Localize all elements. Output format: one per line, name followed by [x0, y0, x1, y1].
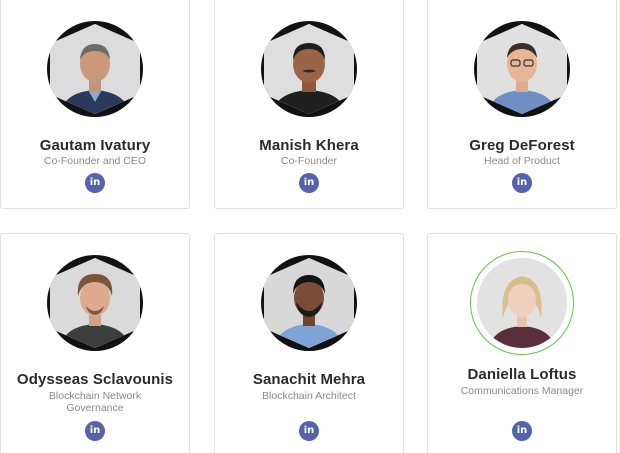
person-photo-icon [264, 258, 354, 348]
linkedin-icon[interactable]: in [85, 421, 105, 441]
team-card-greg-deforest: Greg DeForest Head of Product in [427, 0, 617, 209]
person-photo-icon [50, 24, 140, 114]
member-name: Sanachit Mehra [252, 371, 366, 388]
member-name: Gautam Ivatury [39, 137, 151, 154]
member-role: Blockchain Architect [262, 390, 356, 402]
avatar [474, 21, 570, 117]
linkedin-icon[interactable]: in [85, 173, 105, 193]
team-card-manish-khera: Manish Khera Co-Founder in [214, 0, 404, 209]
team-card-odysseas-sclavounis: Odysseas Sclavounis Blockchain Network G… [0, 233, 190, 453]
person-photo-icon [477, 258, 567, 348]
linkedin-icon[interactable]: in [299, 173, 319, 193]
linkedin-icon[interactable]: in [512, 421, 532, 441]
member-name: Manish Khera [259, 137, 359, 154]
member-name: Greg DeForest [469, 137, 575, 154]
avatar [261, 255, 357, 351]
team-card-daniella-loftus: Daniella Loftus Communications Manager i… [427, 233, 617, 453]
member-role: Head of Product [484, 155, 560, 167]
linkedin-icon[interactable]: in [299, 421, 319, 441]
member-role: Co-Founder and CEO [43, 155, 147, 167]
member-role: Blockchain Network Governance [48, 390, 142, 414]
member-role: Co-Founder [280, 155, 338, 167]
person-photo-icon [50, 258, 140, 348]
team-grid: Gautam Ivatury Co-Founder and CEO in Man… [0, 0, 620, 453]
member-name: Daniella Loftus [467, 366, 577, 383]
avatar [47, 21, 143, 117]
avatar [47, 255, 143, 351]
member-role: Communications Manager [460, 385, 584, 397]
linkedin-icon[interactable]: in [512, 173, 532, 193]
team-card-gautam-ivatury: Gautam Ivatury Co-Founder and CEO in [0, 0, 190, 209]
avatar [470, 251, 574, 355]
avatar [261, 21, 357, 117]
person-photo-icon [477, 24, 567, 114]
person-photo-icon [264, 24, 354, 114]
member-name: Odysseas Sclavounis [16, 371, 174, 388]
team-card-sanachit-mehra: Sanachit Mehra Blockchain Architect in [214, 233, 404, 453]
